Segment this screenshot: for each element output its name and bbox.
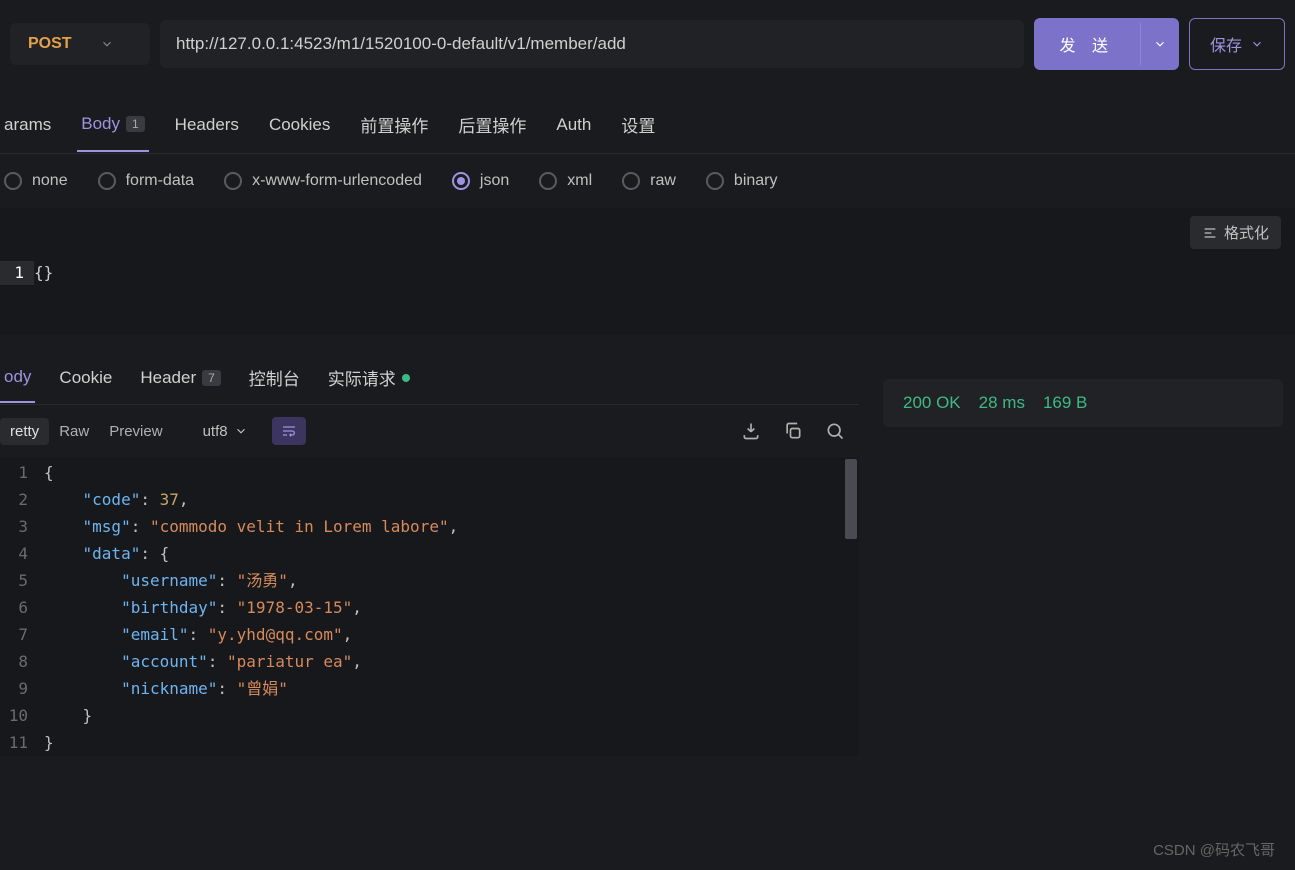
line-number: 4 — [0, 540, 44, 567]
download-icon[interactable] — [741, 421, 761, 441]
view-raw[interactable]: Raw — [49, 418, 99, 445]
line-number: 1 — [0, 261, 34, 285]
encoding-select[interactable]: utf8 — [195, 419, 256, 444]
code-line: 6 "birthday": "1978-03-15", — [0, 594, 859, 621]
send-label: 发 送 — [1034, 18, 1140, 70]
send-button[interactable]: 发 送 — [1034, 18, 1179, 70]
line-number: 8 — [0, 648, 44, 675]
resp-tab-console[interactable]: 控制台 — [245, 357, 304, 404]
code-line: 1{ — [0, 459, 859, 486]
code-line: 2 "code": 37, — [0, 486, 859, 513]
code-content: "birthday": "1978-03-15", — [44, 594, 362, 621]
body-count-badge: 1 — [126, 116, 145, 132]
code-content: "msg": "commodo velit in Lorem labore", — [44, 513, 458, 540]
send-dropdown[interactable] — [1140, 23, 1179, 65]
line-number: 6 — [0, 594, 44, 621]
chevron-down-icon — [1250, 37, 1264, 51]
resp-tab-actual[interactable]: 实际请求 — [324, 357, 414, 404]
radio-json[interactable]: json — [452, 172, 509, 190]
tab-auth[interactable]: Auth — [552, 105, 595, 151]
chevron-down-icon — [100, 37, 114, 51]
line-number: 3 — [0, 513, 44, 540]
response-body-viewer[interactable]: 1{2 "code": 37,3 "msg": "commodo velit i… — [0, 457, 859, 756]
status-box: 200 OK 28 ms 169 B — [883, 379, 1283, 427]
code-content: } — [44, 702, 92, 729]
code-content: "username": "汤勇", — [44, 567, 298, 594]
line-number: 5 — [0, 567, 44, 594]
view-pretty[interactable]: retty — [0, 418, 49, 445]
line-number: 9 — [0, 675, 44, 702]
watermark: CSDN @码农飞哥 — [1153, 839, 1275, 860]
tab-cookies[interactable]: Cookies — [265, 105, 334, 151]
code-content: "code": 37, — [44, 486, 189, 513]
radio-form-data[interactable]: form-data — [98, 172, 194, 190]
line-number: 10 — [0, 702, 44, 729]
request-editor-header: 格式化 — [0, 208, 1295, 257]
chevron-down-icon — [234, 424, 248, 438]
wrap-toggle-icon[interactable] — [272, 417, 306, 445]
resp-tab-body[interactable]: ody — [0, 359, 35, 403]
status-code: 200 OK — [903, 393, 961, 413]
format-button[interactable]: 格式化 — [1190, 216, 1281, 249]
code-line: 7 "email": "y.yhd@qq.com", — [0, 621, 859, 648]
code-line: 4 "data": { — [0, 540, 859, 567]
response-tabs: ody Cookie Header 7 控制台 实际请求 — [0, 343, 859, 405]
tab-params[interactable]: arams — [0, 105, 55, 151]
save-label: 保存 — [1210, 32, 1242, 56]
copy-icon[interactable] — [783, 421, 803, 441]
code-content: "data": { — [44, 540, 169, 567]
response-toolbar: retty Raw Preview utf8 — [0, 405, 859, 457]
request-body-content: {} — [34, 261, 53, 285]
resp-tab-cookie[interactable]: Cookie — [55, 360, 116, 402]
request-tabs: arams Body 1 Headers Cookies 前置操作 后置操作 A… — [0, 88, 1295, 154]
code-line: 9 "nickname": "曾娟" — [0, 675, 859, 702]
code-line: 11} — [0, 729, 859, 756]
url-input[interactable] — [160, 20, 1024, 68]
view-preview[interactable]: Preview — [99, 418, 172, 445]
code-line: 10 } — [0, 702, 859, 729]
header-count-badge: 7 — [202, 370, 221, 386]
response-area: ody Cookie Header 7 控制台 实际请求 retty Raw P… — [0, 343, 1295, 756]
request-bar: POST 发 送 保存 — [0, 0, 1295, 88]
tab-body[interactable]: Body 1 — [77, 104, 148, 152]
format-icon — [1202, 225, 1218, 241]
radio-raw[interactable]: raw — [622, 172, 676, 190]
save-button[interactable]: 保存 — [1189, 18, 1285, 70]
code-content: "nickname": "曾娟" — [44, 675, 288, 702]
scrollbar-thumb[interactable] — [845, 459, 857, 539]
tab-settings[interactable]: 设置 — [617, 102, 659, 153]
method-select[interactable]: POST — [10, 23, 150, 65]
tab-pre[interactable]: 前置操作 — [356, 102, 432, 153]
radio-none[interactable]: none — [4, 172, 68, 190]
radio-urlencoded[interactable]: x-www-form-urlencoded — [224, 172, 422, 190]
status-dot-icon — [402, 374, 410, 382]
resp-tab-header[interactable]: Header 7 — [136, 360, 224, 402]
method-label: POST — [28, 35, 72, 53]
code-line: 8 "account": "pariatur ea", — [0, 648, 859, 675]
body-type-radios: none form-data x-www-form-urlencoded jso… — [0, 154, 1295, 208]
line-number: 7 — [0, 621, 44, 648]
code-content: } — [44, 729, 54, 756]
tab-post[interactable]: 后置操作 — [454, 102, 530, 153]
code-content: "email": "y.yhd@qq.com", — [44, 621, 352, 648]
line-number: 2 — [0, 486, 44, 513]
status-size: 169 B — [1043, 393, 1087, 413]
code-line: 3 "msg": "commodo velit in Lorem labore"… — [0, 513, 859, 540]
line-number: 11 — [0, 729, 44, 756]
radio-xml[interactable]: xml — [539, 172, 592, 190]
code-content: { — [44, 459, 54, 486]
search-icon[interactable] — [825, 421, 845, 441]
line-number: 1 — [0, 459, 44, 486]
radio-binary[interactable]: binary — [706, 172, 778, 190]
code-line: 5 "username": "汤勇", — [0, 567, 859, 594]
tab-headers[interactable]: Headers — [171, 105, 243, 151]
code-content: "account": "pariatur ea", — [44, 648, 362, 675]
request-body-editor[interactable]: 1 {} — [0, 257, 1295, 335]
status-time: 28 ms — [979, 393, 1025, 413]
